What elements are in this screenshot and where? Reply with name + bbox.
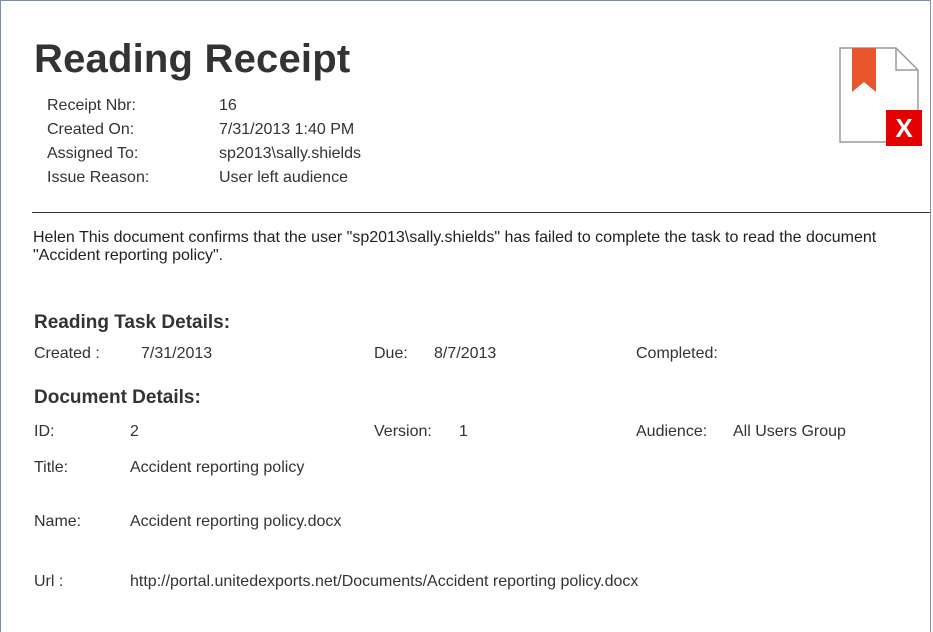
created-on-value: 7/31/2013 1:40 PM [219, 121, 355, 138]
doc-audience-value: All Users Group [733, 423, 846, 440]
reading-task-section-title: Reading Task Details: [34, 312, 231, 333]
document-failed-icon: X [838, 46, 922, 150]
doc-id-value: 2 [130, 423, 139, 440]
meta-row-assigned-to: Assigned To: sp2013\sally.shields [47, 142, 467, 166]
doc-title-value: Accident reporting policy [130, 459, 305, 476]
task-due-label: Due: [374, 345, 408, 362]
meta-row-issue-reason: Issue Reason: User left audience [47, 166, 467, 190]
assigned-to-label: Assigned To: [47, 145, 139, 162]
doc-url-value[interactable]: http://portal.unitedexports.net/Document… [130, 573, 638, 591]
badge-x-text: X [895, 113, 913, 143]
issue-reason-label: Issue Reason: [47, 169, 150, 186]
assigned-to-value: sp2013\sally.shields [219, 145, 362, 162]
issue-reason-value: User left audience [219, 169, 348, 186]
task-completed-label: Completed: [636, 345, 718, 362]
receipt-meta: Receipt Nbr: 16 Created On: 7/31/2013 1:… [47, 94, 467, 190]
confirmation-message: Helen This document confirms that the us… [33, 229, 877, 264]
doc-name-label: Name: [34, 513, 82, 530]
task-due-value: 8/7/2013 [434, 345, 497, 362]
created-on-label: Created On: [47, 121, 135, 138]
meta-row-receipt-nbr: Receipt Nbr: 16 [47, 94, 467, 118]
page-title: Reading Receipt [34, 37, 351, 81]
receipt-nbr-label: Receipt Nbr: [47, 97, 136, 114]
doc-name-value: Accident reporting policy.docx [130, 513, 342, 530]
doc-version-label: Version: [374, 423, 432, 440]
doc-title-label: Title: [34, 459, 69, 476]
meta-row-created-on: Created On: 7/31/2013 1:40 PM [47, 118, 467, 142]
doc-url-label: Url : [34, 573, 64, 590]
doc-audience-label: Audience: [636, 423, 708, 440]
receipt-nbr-value: 16 [219, 97, 237, 114]
task-created-label: Created : [34, 345, 100, 362]
doc-id-label: ID: [34, 423, 55, 440]
header-divider [32, 212, 930, 213]
task-created-value: 7/31/2013 [141, 345, 213, 362]
doc-version-value: 1 [459, 423, 468, 440]
document-section-title: Document Details: [34, 387, 201, 408]
